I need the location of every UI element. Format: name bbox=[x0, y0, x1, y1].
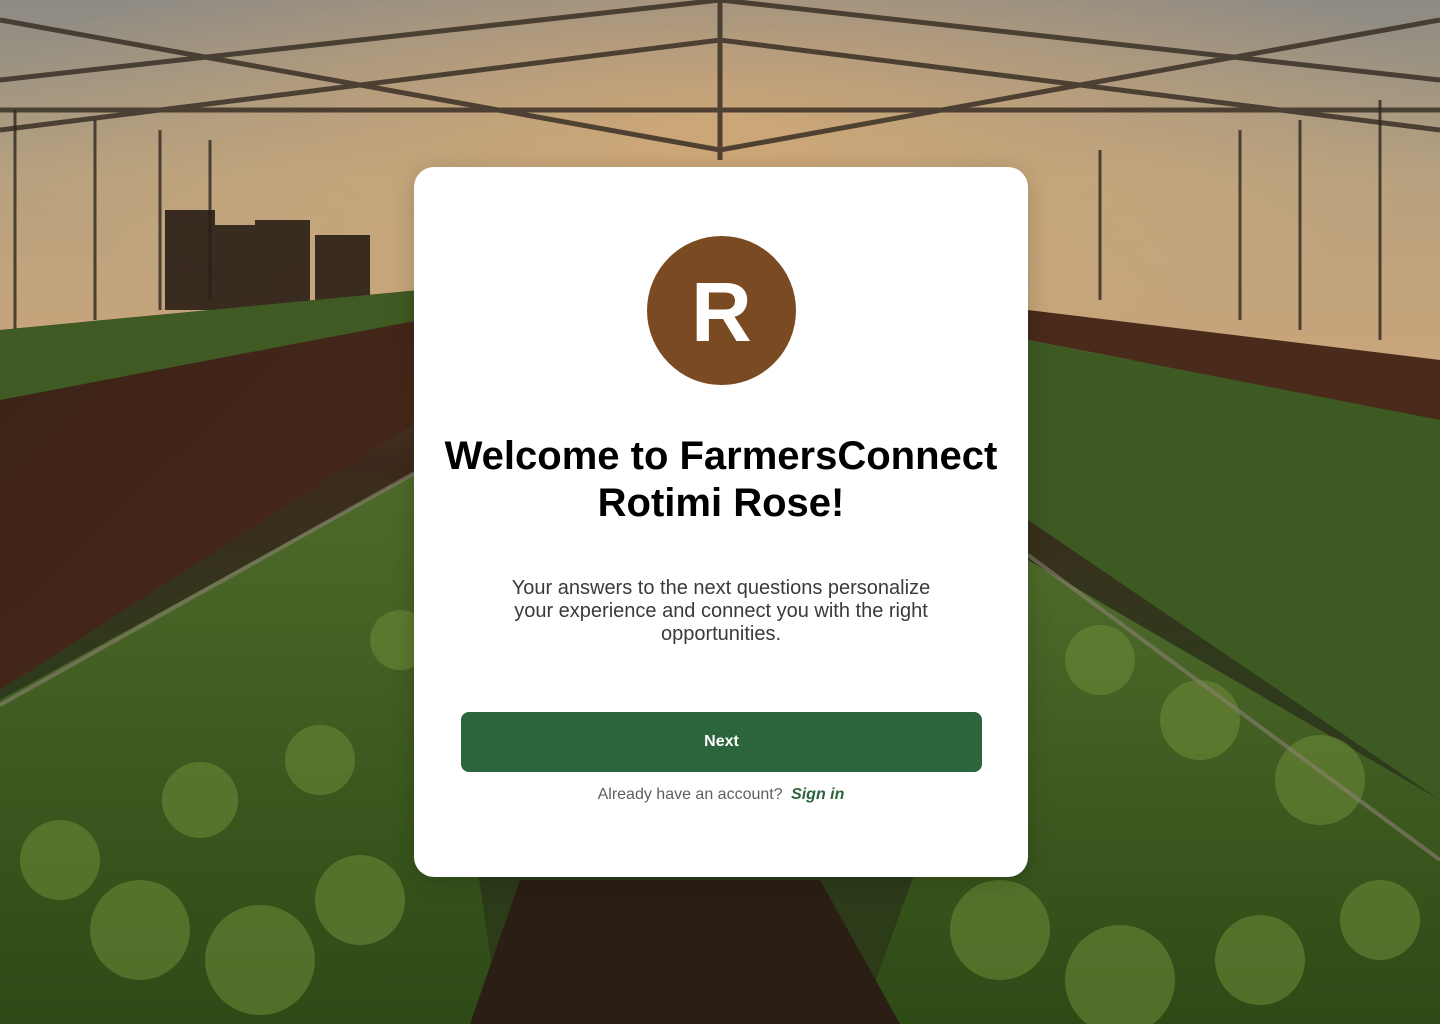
signin-row: Already have an account? Sign in bbox=[414, 786, 1028, 804]
subtitle-line2: your experience and connect you with the… bbox=[514, 600, 928, 622]
next-button[interactable]: Next bbox=[461, 712, 982, 772]
signin-prompt: Already have an account? bbox=[597, 786, 783, 803]
avatar-initial: R bbox=[691, 264, 752, 359]
welcome-title-line2: Rotimi Rose! bbox=[597, 481, 845, 525]
welcome-title: Welcome to FarmersConnect Rotimi Rose! bbox=[434, 433, 1008, 527]
sign-in-link[interactable]: Sign in bbox=[791, 786, 844, 803]
welcome-card: R Welcome to FarmersConnect Rotimi Rose!… bbox=[414, 167, 1028, 877]
avatar: R bbox=[647, 236, 796, 385]
welcome-title-line1: Welcome to FarmersConnect bbox=[444, 434, 998, 478]
subtitle-line1: Your answers to the next questions perso… bbox=[511, 577, 931, 599]
welcome-subtitle: Your answers to the next questions perso… bbox=[484, 577, 958, 646]
subtitle-line3: opportunities. bbox=[660, 623, 782, 645]
